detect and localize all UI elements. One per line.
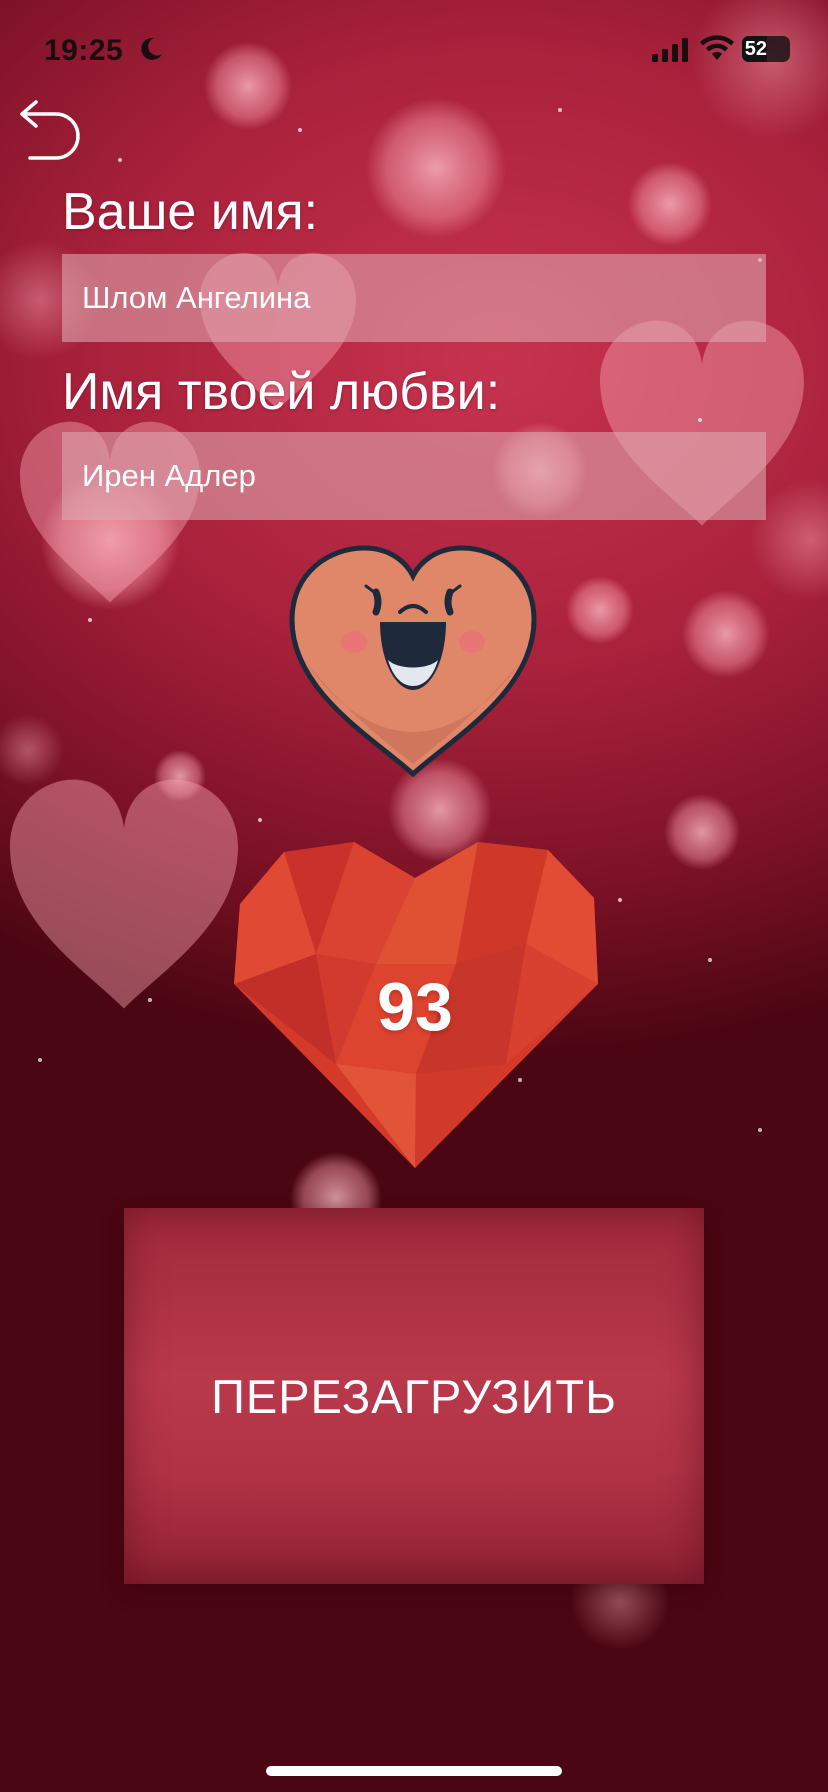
reload-button[interactable]: ПЕРЕЗАГРУЗИТЬ xyxy=(124,1208,704,1584)
smiling-heart-icon xyxy=(289,545,537,778)
home-indicator[interactable] xyxy=(266,1766,562,1776)
compatibility-score: 93 xyxy=(377,969,453,1045)
love-name-label: Имя твоей любви: xyxy=(62,363,501,421)
status-time: 19:25 xyxy=(44,34,124,67)
love-name-input[interactable] xyxy=(62,432,766,520)
wifi-icon xyxy=(700,35,734,60)
your-name-label: Ваше имя: xyxy=(62,183,319,241)
your-name-input[interactable] xyxy=(62,254,766,342)
cellular-signal-icon xyxy=(652,38,688,62)
battery-level: 52 xyxy=(744,37,767,60)
reload-button-label: ПЕРЕЗАГРУЗИТЬ xyxy=(211,1369,617,1423)
back-arrow-icon[interactable] xyxy=(16,96,82,162)
battery-indicator: 52 xyxy=(742,36,790,62)
moon-icon xyxy=(141,37,162,60)
